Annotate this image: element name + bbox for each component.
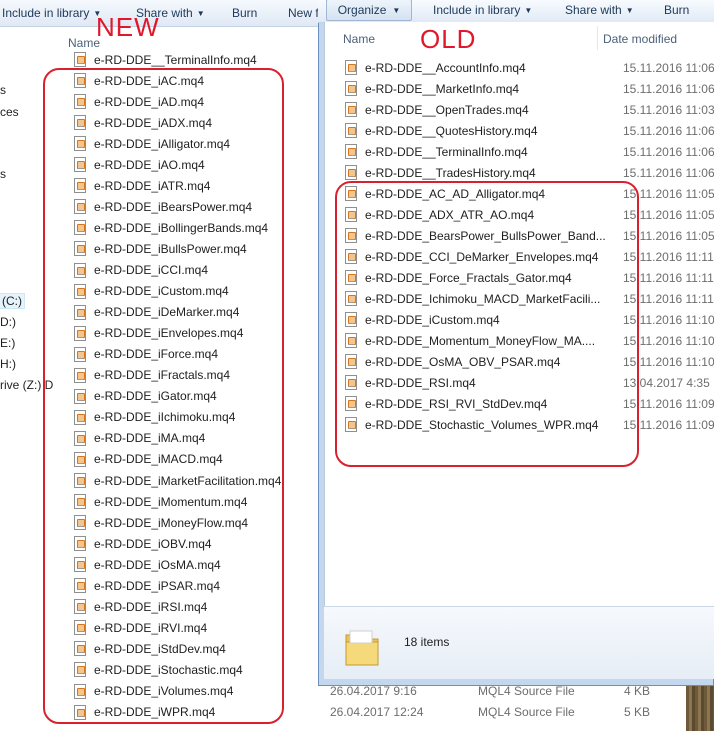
details-pane: 18 items: [324, 606, 714, 679]
file-name: e-RD-DDE__MarketInfo.mq4: [365, 81, 520, 96]
new-folder-label: New f: [288, 6, 319, 20]
mq4-file-icon: [345, 81, 357, 96]
nav-item[interactable]: ces: [0, 105, 19, 119]
file-name: e-RD-DDE__TerminalInfo.mq4: [94, 52, 257, 67]
nav-item-drive-c[interactable]: (C:): [0, 293, 25, 309]
burn-label: Burn: [232, 6, 258, 20]
nav-item[interactable]: s: [0, 83, 6, 97]
status-size: 5 KB: [624, 705, 651, 719]
burn-button[interactable]: Burn: [664, 3, 689, 17]
nav-item[interactable]: s: [0, 167, 6, 181]
file-row[interactable]: e-RD-DDE__AccountInfo.mq4 15.11.2016 11:0…: [345, 57, 714, 78]
share-with-label: Share with: [565, 3, 622, 17]
organize-button[interactable]: Organize ▼: [326, 0, 412, 21]
file-date-modified: 15.11.2016 11:06: [623, 123, 714, 138]
new-folder-button[interactable]: New f: [288, 6, 319, 20]
file-name: e-RD-DDE__AccountInfo.mq4: [365, 60, 526, 75]
file-row[interactable]: e-RD-DDE__QuotesHistory.mq4 15.11.2016 11…: [345, 120, 714, 141]
column-header-name[interactable]: Name: [343, 22, 375, 50]
mq4-file-icon: [74, 52, 86, 67]
burn-button[interactable]: Burn: [232, 6, 257, 20]
mq4-file-icon: [345, 123, 357, 138]
include-in-library-menu[interactable]: Include in library ▼: [2, 6, 101, 20]
back-window-status-rows: 26.04.2017 9:16 MQL4 Source File 4 KB 26…: [320, 682, 714, 731]
file-date-modified: 15.11.2016 11:06: [623, 144, 714, 159]
share-with-menu[interactable]: Share with ▼: [565, 3, 634, 17]
file-name: e-RD-DDE__QuotesHistory.mq4: [365, 123, 538, 138]
file-row[interactable]: e-RD-DDE__TerminalInfo.mq4 15.11.2016 11:…: [345, 141, 714, 162]
mq4-file-icon: [345, 165, 357, 180]
chevron-down-icon: ▼: [524, 6, 533, 15]
mq4-file-icon: [345, 102, 357, 117]
background-wallpaper-strip: [686, 680, 714, 731]
file-row[interactable]: e-RD-DDE__MarketInfo.mq4 15.11.2016 11:06: [345, 78, 714, 99]
organize-label: Organize: [337, 3, 387, 17]
file-row[interactable]: e-RD-DDE__TradesHistory.mq4 15.11.2016 11…: [345, 162, 714, 183]
front-window-toolbar: Organize ▼ Include in library ▼ Share with…: [318, 0, 714, 23]
chevron-down-icon: ▼: [196, 9, 205, 18]
column-header-date-modified[interactable]: Date modified: [603, 22, 677, 50]
item-count: 18 items: [404, 635, 450, 649]
annotation-old: OLD: [420, 24, 477, 54]
chevron-down-icon: ▼: [392, 6, 401, 15]
status-size: 4 KB: [624, 684, 651, 698]
file-date-modified: 15.11.2016 11:06: [623, 60, 714, 75]
include-in-library-label: Include in library: [2, 6, 90, 20]
nav-item-drive-h[interactable]: H:): [0, 357, 16, 371]
file-date-modified: 15.11.2016 11:06: [623, 165, 714, 180]
file-row[interactable]: e-RD-DDE__OpenTrades.mq4 15.11.2016 11:03: [345, 99, 714, 120]
chevron-down-icon: ▼: [625, 6, 634, 15]
nav-item-drive-d[interactable]: D:): [0, 315, 16, 329]
file-name: e-RD-DDE__OpenTrades.mq4: [365, 102, 529, 117]
annotation-new: NEW: [96, 12, 160, 42]
include-in-library-menu[interactable]: Include in library ▼: [433, 3, 532, 17]
column-separator[interactable]: [597, 26, 598, 50]
include-in-library-label: Include in library: [433, 3, 521, 17]
mq4-file-icon: [345, 144, 357, 159]
file-name: e-RD-DDE__TradesHistory.mq4: [365, 165, 536, 180]
back-window-toolbar: Include in library ▼ Share with ▼ Burn New…: [0, 0, 330, 27]
annotation-box-new: [43, 68, 284, 724]
file-date-modified: 15.11.2016 11:06: [623, 81, 714, 96]
mq4-file-icon: [345, 60, 357, 75]
file-name: e-RD-DDE__TerminalInfo.mq4: [365, 144, 528, 159]
burn-label: Burn: [664, 3, 690, 17]
file-row[interactable]: e-RD-DDE__TerminalInfo.mq4: [74, 49, 257, 70]
status-type: MQL4 Source File: [478, 684, 575, 698]
nav-item-drive-e[interactable]: E:): [0, 336, 15, 350]
file-date-modified: 15.11.2016 11:03: [623, 102, 714, 117]
status-date: 26.04.2017 9:16: [330, 684, 417, 698]
folder-icon: [345, 630, 379, 666]
status-type: MQL4 Source File: [478, 705, 575, 719]
status-date: 26.04.2017 12:24: [330, 705, 424, 719]
annotation-box-old: [335, 181, 639, 467]
